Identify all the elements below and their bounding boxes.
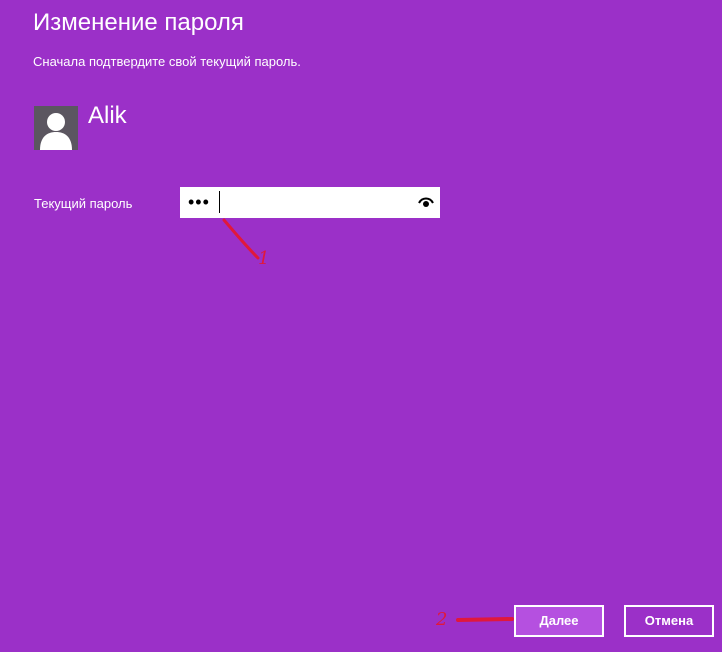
annotation-number-2: 2 <box>436 609 448 630</box>
annotation-arrow-2 <box>456 617 514 622</box>
password-value: ••• <box>188 192 210 212</box>
current-password-label: Текущий пароль <box>34 196 133 211</box>
page-subtitle: Сначала подтвердите свой текущий пароль. <box>33 54 301 69</box>
annotation-number-1: 1 <box>258 248 270 269</box>
eye-icon[interactable] <box>418 195 434 209</box>
annotation-arrow-1 <box>222 218 260 260</box>
annotation-arrows <box>222 218 514 622</box>
user-name: Alik <box>88 102 127 129</box>
page-title: Изменение пароля <box>33 9 244 36</box>
user-silhouette-icon <box>34 106 78 150</box>
password-change-dialog: Изменение пароля Сначала подтвердите сво… <box>0 0 722 652</box>
next-button[interactable]: Далее <box>514 605 604 637</box>
cancel-button[interactable]: Отмена <box>624 605 714 637</box>
current-password-input[interactable]: ••• <box>180 187 440 218</box>
text-caret <box>219 191 220 213</box>
